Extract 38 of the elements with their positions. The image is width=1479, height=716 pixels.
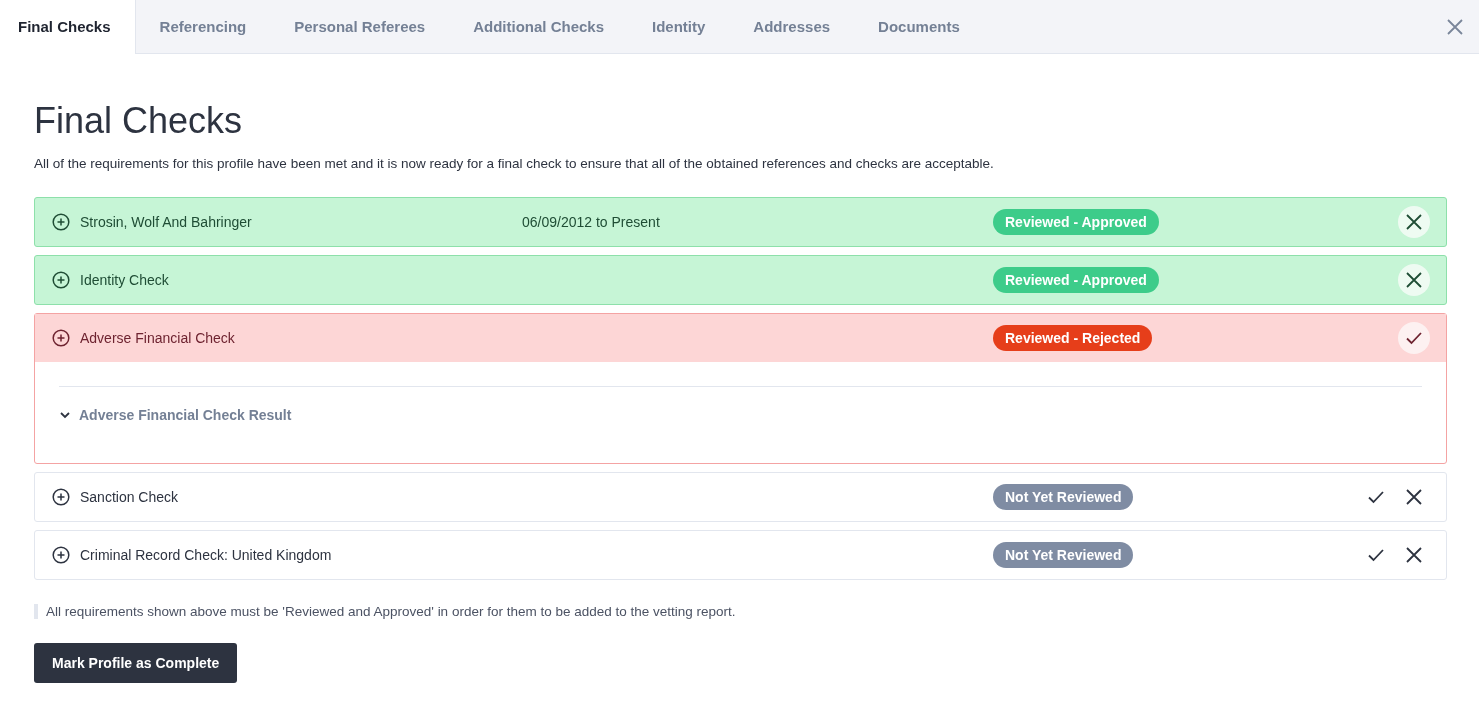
page-title: Final Checks: [34, 100, 244, 142]
tab[interactable]: Final Checks: [0, 0, 136, 54]
cross-icon: [1405, 546, 1423, 564]
status-badge: Reviewed - Rejected: [993, 325, 1153, 351]
status-badge: Reviewed - Approved: [993, 209, 1159, 235]
approve-button[interactable]: [1398, 322, 1430, 354]
result-section-toggle[interactable]: Adverse Financial Check Result: [59, 386, 1422, 423]
expand-icon[interactable]: [52, 329, 70, 347]
close-icon[interactable]: [1447, 18, 1463, 35]
chevron-down-icon: [59, 409, 71, 421]
check-name: Criminal Record Check: United Kingdom: [80, 547, 333, 563]
expand-icon[interactable]: [52, 546, 70, 564]
tab[interactable]: Addresses: [729, 0, 855, 54]
tab[interactable]: Documents: [854, 0, 984, 54]
reject-button[interactable]: [1398, 264, 1430, 296]
status-badge: Reviewed - Approved: [993, 267, 1159, 293]
check-name: Strosin, Wolf And Bahringer: [80, 214, 253, 230]
intro-text: All of the requirements for this profile have been met and it is now ready for a final check to ensure that all of the obtained references and checks are acceptable.: [34, 156, 995, 171]
tab[interactable]: Identity: [628, 0, 730, 54]
tab[interactable]: Personal Referees: [270, 0, 450, 54]
reject-button[interactable]: [1398, 206, 1430, 238]
check-name: Adverse Financial Check: [80, 330, 236, 346]
complete-button[interactable]: Mark Profile as Complete: [34, 643, 238, 683]
cross-icon: [1405, 271, 1423, 289]
date-range: 06/09/2012 to Present: [522, 214, 660, 230]
expand-icon[interactable]: [52, 213, 70, 231]
cross-icon: [1405, 488, 1423, 506]
status-badge: Not Yet Reviewed: [993, 484, 1134, 510]
expand-icon[interactable]: [52, 488, 70, 506]
section-title: Adverse Financial Check Result: [79, 407, 292, 423]
tab[interactable]: Referencing: [135, 0, 271, 54]
check-name: Sanction Check: [80, 489, 180, 505]
check-name: Identity Check: [80, 272, 170, 288]
tab[interactable]: Additional Checks: [449, 0, 628, 54]
expand-icon[interactable]: [52, 271, 70, 289]
info-note: All requirements shown above must be 'Reviewed and Approved' in order for them to be added to the vetting report.: [34, 604, 1447, 619]
cross-icon: [1405, 213, 1423, 231]
status-badge: Not Yet Reviewed: [993, 542, 1134, 568]
